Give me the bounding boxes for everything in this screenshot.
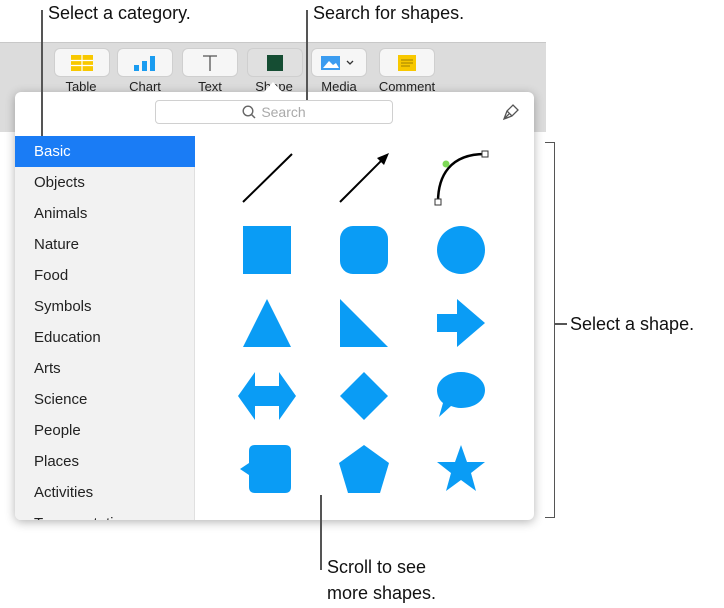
- callout-line: [320, 495, 322, 570]
- text-button[interactable]: [183, 49, 237, 76]
- search-input[interactable]: Search: [155, 100, 393, 124]
- annotation-shape: Select a shape.: [570, 314, 695, 334]
- annotation-category: Select a category.: [48, 3, 191, 23]
- category-arts[interactable]: Arts: [15, 353, 195, 384]
- category-symbols[interactable]: Symbols: [15, 291, 195, 322]
- category-places[interactable]: Places: [15, 446, 195, 477]
- rounded-square-shape: [340, 226, 388, 274]
- category-activities[interactable]: Activities: [15, 477, 195, 508]
- search-icon: [242, 105, 256, 119]
- chart-icon: [134, 55, 155, 71]
- callout-line: [306, 10, 308, 100]
- search-placeholder: Search: [261, 104, 306, 120]
- right-triangle-shape: [340, 299, 388, 347]
- category-people[interactable]: People: [15, 415, 195, 446]
- category-transportation[interactable]: Transportation: [15, 508, 195, 520]
- table-button[interactable]: [55, 49, 109, 76]
- shape-popover: Search Basic Objects Animals Nature Food Symb…: [15, 92, 534, 520]
- line-shape: [242, 153, 293, 203]
- curve-shape: [434, 150, 489, 206]
- category-list: Basic Objects Animals Nature Food Symbols Educ…: [15, 136, 195, 520]
- comment-icon: [398, 54, 416, 71]
- pen-icon[interactable]: [501, 102, 521, 122]
- callout-shape: [240, 445, 291, 493]
- category-animals[interactable]: Animals: [15, 198, 195, 229]
- media-icon: [321, 55, 354, 70]
- arrow-line-shape: [339, 153, 389, 203]
- speech-bubble-shape: [437, 372, 485, 417]
- category-objects[interactable]: Objects: [15, 167, 195, 198]
- double-arrow-shape: [238, 372, 296, 420]
- bracket: [545, 142, 555, 518]
- callout-line: [555, 323, 567, 325]
- square-shape: [243, 226, 291, 274]
- callout-line: [41, 10, 43, 136]
- category-food[interactable]: Food: [15, 260, 195, 291]
- comment-button[interactable]: [380, 49, 434, 76]
- popover-pointer: [263, 82, 283, 93]
- pentagon-shape: [339, 445, 389, 493]
- category-nature[interactable]: Nature: [15, 229, 195, 260]
- shape-button[interactable]: [248, 49, 302, 76]
- annotation-search: Search for shapes.: [313, 3, 465, 23]
- category-basic[interactable]: Basic: [15, 136, 195, 167]
- annotation-scroll-1: Scroll to see: [327, 557, 427, 577]
- text-icon: [203, 54, 217, 71]
- chart-button[interactable]: [118, 49, 172, 76]
- star-shape: [437, 445, 485, 491]
- category-education[interactable]: Education: [15, 322, 195, 353]
- circle-shape: [437, 226, 485, 274]
- diamond-shape: [340, 372, 388, 420]
- annotation-scroll-2: more shapes.: [327, 583, 437, 603]
- arrow-shape: [437, 299, 485, 347]
- shape-grid: [238, 150, 489, 493]
- triangle-shape: [243, 299, 291, 347]
- table-icon: [71, 54, 93, 71]
- media-button[interactable]: [312, 49, 366, 76]
- shape-icon: [267, 54, 283, 71]
- category-science[interactable]: Science: [15, 384, 195, 415]
